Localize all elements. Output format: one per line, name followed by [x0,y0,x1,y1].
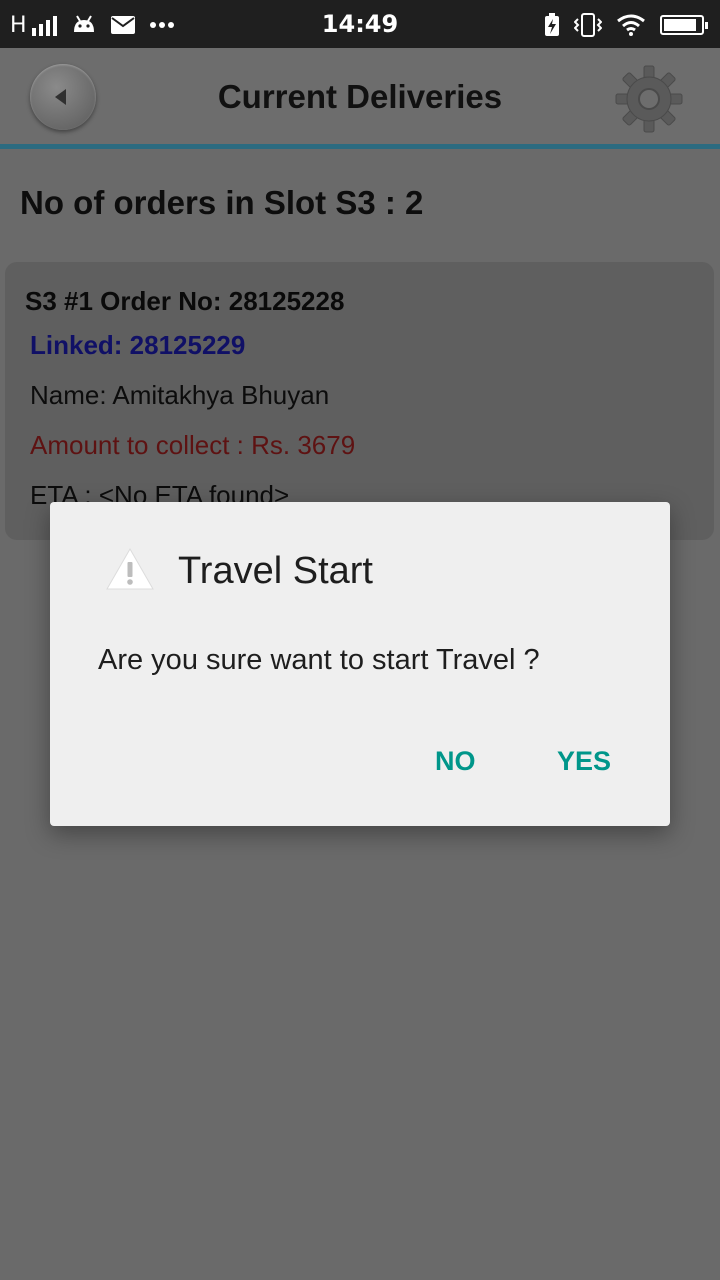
customer-name: Name: Amitakhya Bhuyan [30,380,330,410]
wifi-icon [617,14,645,36]
order-card[interactable]: S3 #1 Order No: 28125228 Linked: 2812522… [5,262,714,540]
travel-start-dialog: Travel Start Are you sure want to start … [50,502,670,826]
battery-icon [660,15,708,35]
warning-icon [106,547,154,590]
amount-to-collect: Amount to collect : Rs. 3679 [30,430,356,460]
status-right [544,10,708,40]
battery-saver-icon [545,13,559,36]
yes-button[interactable]: YES [557,746,611,777]
app-toolbar: Current Deliveries [0,48,720,149]
order-number: S3 #1 Order No: 28125228 [25,286,345,316]
dialog-title: Travel Start [178,550,373,592]
no-button[interactable]: NO [435,746,476,777]
slot-order-count: No of orders in Slot S3 : 2 [20,184,424,221]
vibrate-icon [574,13,602,37]
status-bar: H 14:49 [0,0,720,48]
battery-level [664,19,696,31]
page-title: Current Deliveries [217,78,503,115]
linked-order[interactable]: Linked: 28125229 [30,330,245,361]
dialog-message: Are you sure want to start Travel ? [98,644,540,676]
settings-gear-icon[interactable] [614,64,684,134]
